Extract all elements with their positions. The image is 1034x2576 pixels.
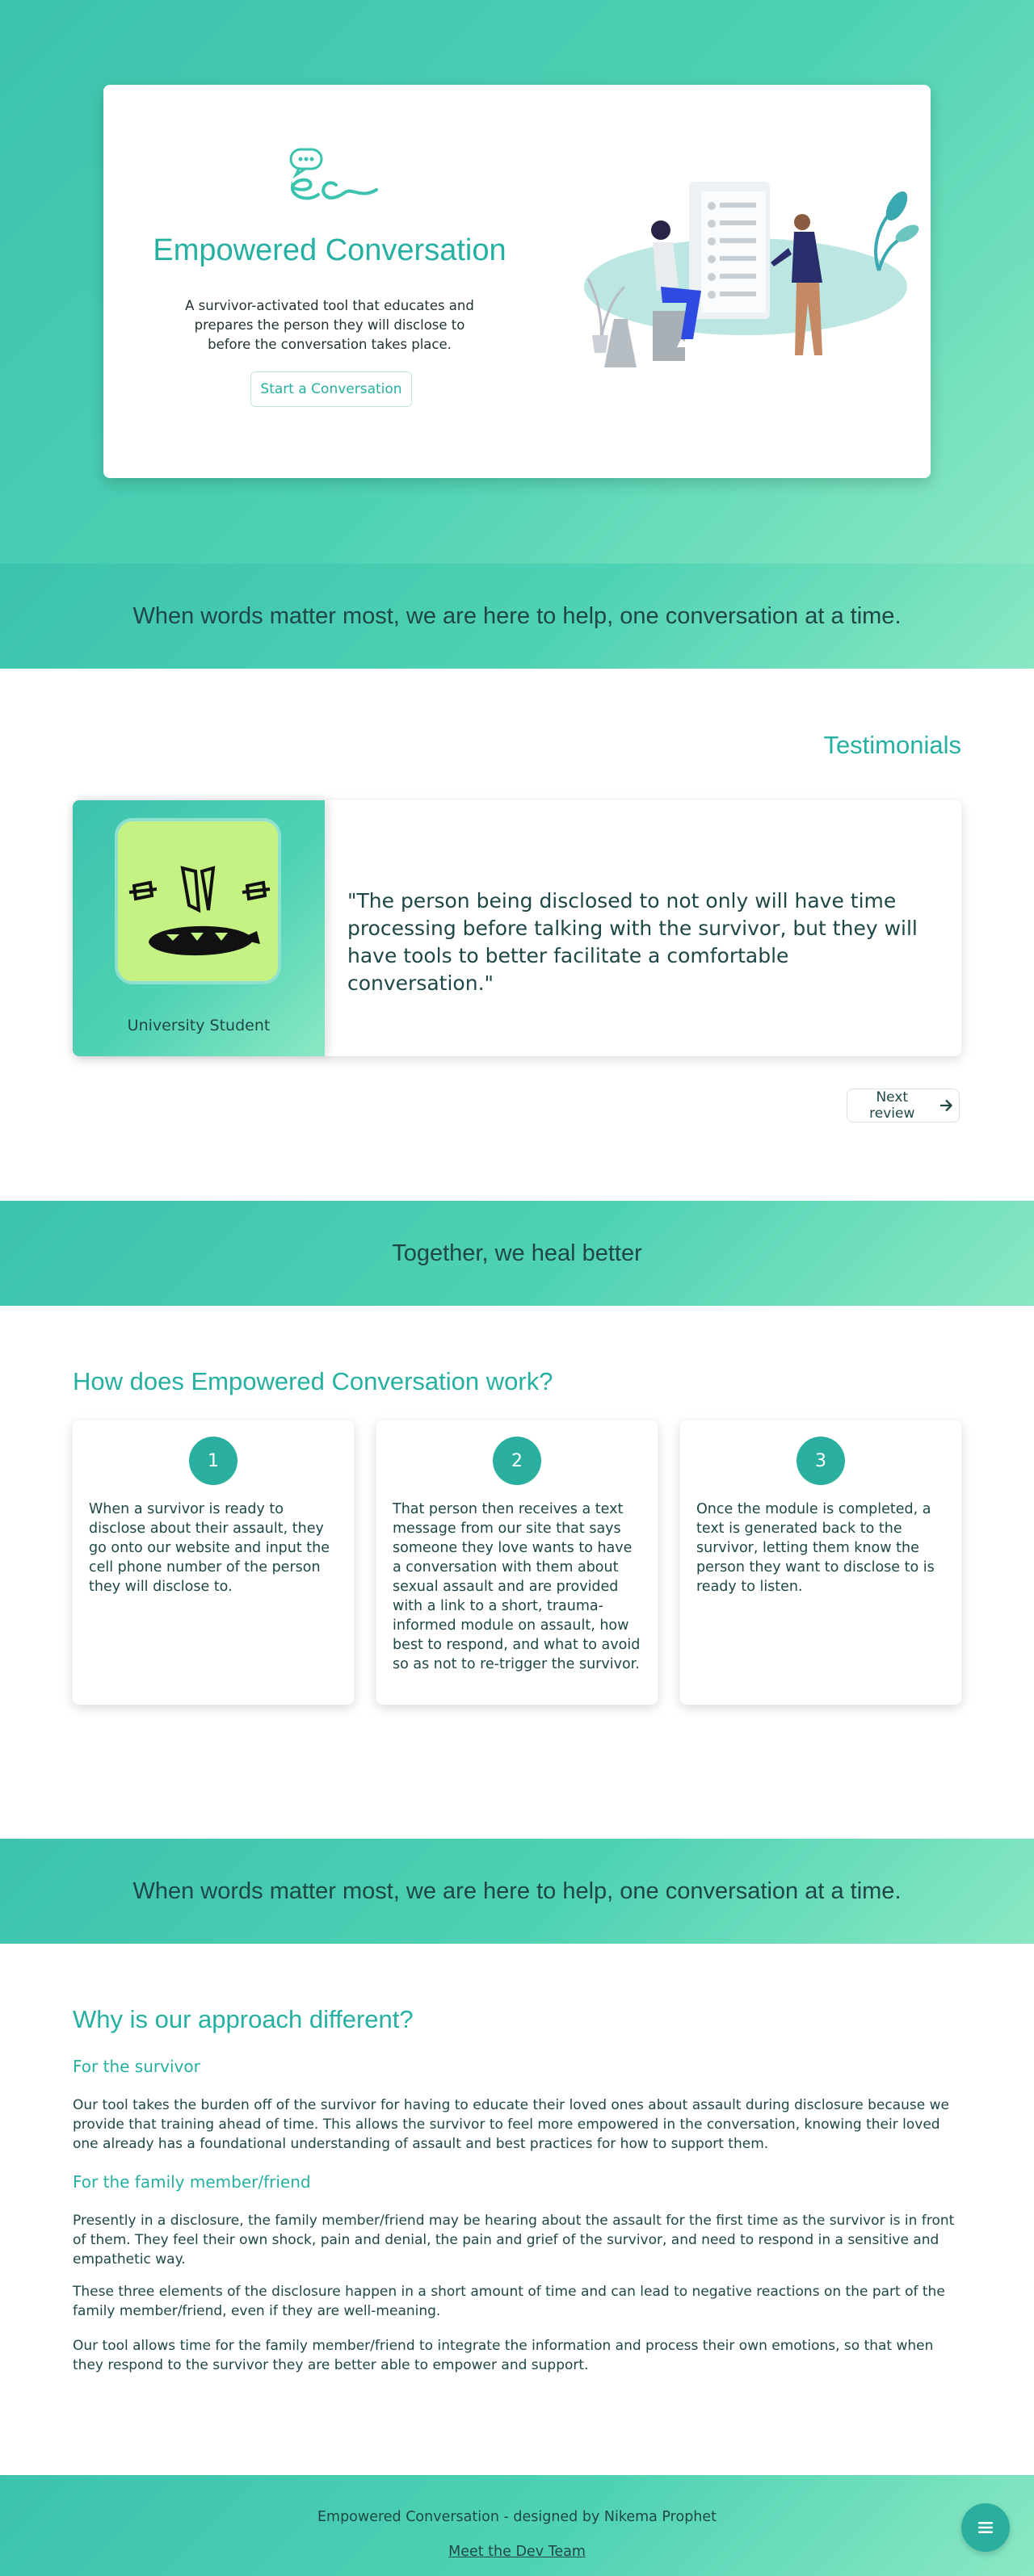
how-it-works-heading: How does Empowered Conversation work? (73, 1367, 553, 1395)
step-card: 2 That person then receives a text messa… (376, 1420, 658, 1705)
survivor-subheading: For the survivor (73, 2057, 200, 2076)
hero-description: A survivor-activated tool that educates … (185, 298, 474, 352)
menu-button[interactable] (961, 2503, 1010, 2552)
tagline-banner: When words matter most, we are here to h… (0, 1839, 1034, 1944)
testimonials-heading: Testimonials (823, 731, 961, 759)
monster-face-icon (128, 866, 271, 956)
tagline-text: When words matter most, we are here to h… (132, 602, 902, 629)
menu-icon (978, 2522, 993, 2533)
hero-section: Empowered Conversation A survivor-activa… (0, 0, 1034, 564)
people-conversation-illustration (584, 182, 919, 367)
next-review-button[interactable]: Next review (847, 1089, 960, 1122)
testimonial-author: University Student (127, 1017, 271, 1034)
footer-credit: Empowered Conversation - designed by Nik… (317, 2509, 717, 2525)
step-text: When a survivor is ready to disclose abo… (89, 1501, 330, 1595)
next-review-label: Next review (869, 1089, 915, 1122)
step-number-badge: 1 (189, 1437, 237, 1485)
step-number-badge: 3 (797, 1437, 845, 1485)
avatar (115, 818, 281, 984)
step-number-badge: 2 (493, 1437, 541, 1485)
family-paragraph: Presently in a disclosure, the family me… (73, 2213, 955, 2268)
footer: Empowered Conversation - designed by Nik… (0, 2475, 1034, 2576)
ec-chat-logo-icon (289, 148, 378, 200)
hero-card: Empowered Conversation A survivor-activa… (103, 85, 931, 478)
start-conversation-button[interactable]: Start a Conversation (250, 371, 412, 407)
family-paragraph: Our tool allows time for the family memb… (73, 2338, 934, 2373)
family-subheading: For the family member/friend (73, 2172, 311, 2192)
step-card: 1 When a survivor is ready to disclose a… (73, 1420, 354, 1705)
why-different-heading: Why is our approach different? (73, 2005, 414, 2033)
testimonial-quote: "The person being disclosed to not only … (347, 889, 918, 995)
family-paragraph: These three elements of the disclosure h… (73, 2284, 945, 2319)
testimonial-author-panel: University Student (73, 800, 325, 1056)
survivor-paragraph: Our tool takes the burden off of the sur… (73, 2097, 949, 2152)
testimonial-card: University Student "The person being dis… (73, 800, 961, 1056)
hero-title: Empowered Conversation (153, 233, 506, 267)
step-text: That person then receives a text message… (393, 1501, 641, 1672)
step-card: 3 Once the module is completed, a text i… (680, 1420, 961, 1705)
heal-banner: Together, we heal better (0, 1201, 1034, 1306)
meet-dev-team-link[interactable]: Meet the Dev Team (448, 2544, 586, 2560)
tagline-banner: When words matter most, we are here to h… (0, 564, 1034, 669)
step-text: Once the module is completed, a text is … (696, 1501, 935, 1595)
tagline-text: When words matter most, we are here to h… (132, 1877, 902, 1904)
arrow-right-icon (940, 1099, 953, 1112)
heal-text: Together, we heal better (392, 1240, 642, 1266)
